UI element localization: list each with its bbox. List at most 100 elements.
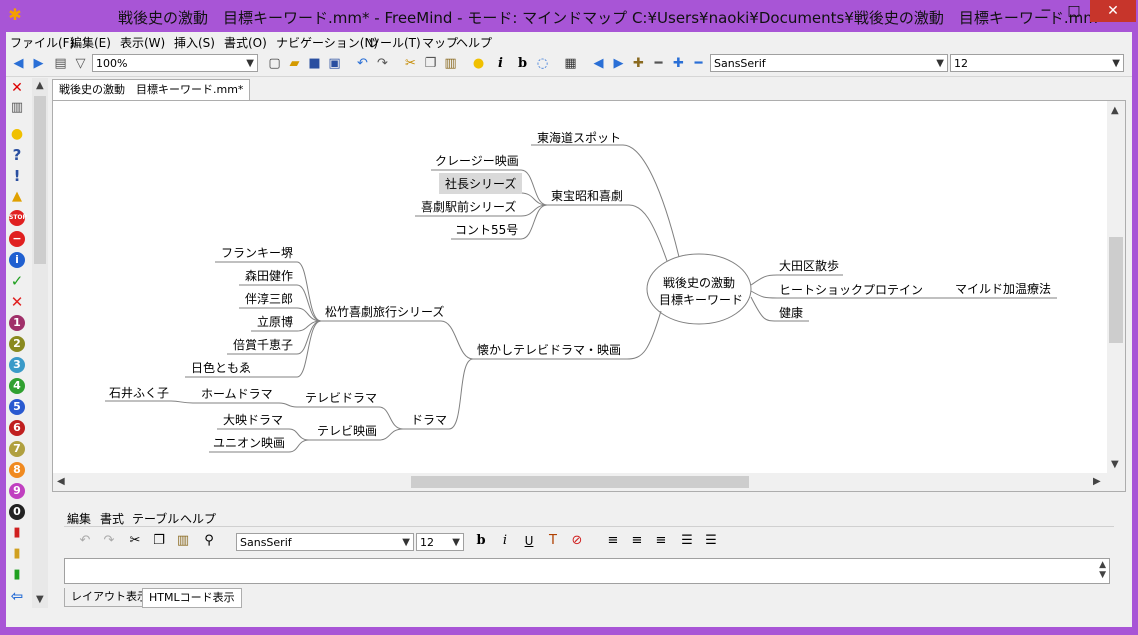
node-mild[interactable]: マイルド加温療法: [955, 280, 1051, 297]
menu-navigation[interactable]: ナビゲーション(N): [276, 34, 378, 51]
find-icon[interactable]: ⚲: [200, 532, 218, 550]
cross-icon[interactable]: ✕: [9, 294, 25, 310]
node-crazy[interactable]: クレージー映画: [435, 152, 519, 169]
bold-icon[interactable]: b: [514, 55, 531, 72]
copy-icon[interactable]: ❐: [422, 55, 439, 72]
editor-menu-edit[interactable]: 編集: [67, 510, 91, 527]
menu-map[interactable]: マップ: [422, 34, 458, 51]
butterfly-icon[interactable]: ✱: [6, 6, 24, 24]
undo-icon[interactable]: ↶: [76, 532, 94, 550]
priority-5-icon[interactable]: 5: [9, 399, 25, 415]
chevron-right-icon[interactable]: ▶: [1093, 476, 1101, 487]
traffic-light-green-icon[interactable]: ▮: [9, 567, 25, 583]
add-icon[interactable]: ✚: [630, 55, 647, 72]
map-canvas[interactable]: 戦後史の激動 目標キーワード 東海道スポット 東宝昭和喜劇 クレージー映画 社長…: [52, 100, 1126, 492]
node-tokaido[interactable]: 東海道スポット: [537, 129, 621, 146]
check-icon[interactable]: ✓: [9, 273, 25, 289]
editor-font-family-combo[interactable]: SansSerif ▼: [236, 533, 414, 551]
node-tvdrama[interactable]: テレビドラマ: [305, 389, 377, 406]
tab-html-view[interactable]: HTMLコード表示: [142, 588, 242, 608]
close-button[interactable]: ✕: [1090, 0, 1136, 22]
horizontal-scrollbar[interactable]: ◀ ▶: [53, 473, 1125, 491]
bold-icon[interactable]: b: [472, 532, 490, 550]
priority-7-icon[interactable]: 7: [9, 441, 25, 457]
idea-icon[interactable]: ●: [470, 55, 487, 72]
node-kenko[interactable]: 健康: [779, 304, 803, 321]
new-icon[interactable]: ▢: [266, 55, 283, 72]
menu-file[interactable]: ファイル(F): [10, 34, 74, 51]
menu-format[interactable]: 書式(O): [224, 34, 267, 51]
traffic-light-yellow-icon[interactable]: ▮: [9, 546, 25, 562]
paste-icon[interactable]: ▥: [174, 532, 192, 550]
zoom-combo[interactable]: 100% ▼: [92, 54, 258, 72]
redo-icon[interactable]: ↷: [100, 532, 118, 550]
node-ban[interactable]: 伴淳三郎: [245, 290, 293, 307]
clear-format-icon[interactable]: ⊘: [568, 532, 586, 550]
bullet-list-icon[interactable]: ☰: [678, 532, 696, 550]
iconbar-scroll-thumb[interactable]: [34, 96, 46, 264]
note-text-area[interactable]: ▲ ▼: [64, 558, 1110, 584]
underline-icon[interactable]: U: [520, 532, 538, 550]
align-center-icon[interactable]: ≡: [628, 532, 646, 550]
remove-icon[interactable]: ━: [650, 55, 667, 72]
node-hiiro[interactable]: 日色ともゑ: [191, 359, 251, 376]
numbered-list-icon[interactable]: ☰: [702, 532, 720, 550]
node-natsukashi[interactable]: 懐かしテレビドラマ・映画: [477, 341, 621, 358]
stop-icon[interactable]: STOP: [9, 210, 27, 226]
forward-icon[interactable]: ▶: [30, 55, 47, 72]
priority-2-icon[interactable]: 2: [9, 336, 25, 352]
node-ishii[interactable]: 石井ふく子: [109, 384, 169, 401]
save-icon[interactable]: ■: [306, 55, 323, 72]
chevron-up-icon[interactable]: ▲: [36, 80, 44, 91]
node-toho[interactable]: 東宝昭和喜劇: [551, 187, 623, 204]
node-baisho[interactable]: 倍賞千恵子: [233, 336, 293, 353]
chevron-left-icon[interactable]: ◀: [57, 476, 65, 487]
minimize-button[interactable]: ─: [1032, 0, 1060, 22]
chevron-down-icon[interactable]: ▼: [36, 594, 44, 605]
priority-3-icon[interactable]: 3: [9, 357, 25, 373]
node-ota[interactable]: 大田区散歩: [779, 257, 839, 274]
align-left-icon[interactable]: ≡: [604, 532, 622, 550]
info-icon[interactable]: i: [9, 252, 25, 268]
undo-icon[interactable]: ↶: [354, 55, 371, 72]
menu-view[interactable]: 表示(W): [120, 34, 165, 51]
priority-8-icon[interactable]: 8: [9, 462, 25, 478]
chevron-up-icon[interactable]: ▲: [1111, 105, 1119, 116]
node-ekimae[interactable]: 喜劇駅前シリーズ: [421, 198, 516, 215]
chevron-down-icon[interactable]: ▼: [1111, 459, 1119, 470]
node-morita[interactable]: 森田健作: [245, 267, 293, 284]
paste-icon[interactable]: ▥: [442, 55, 459, 72]
cut-icon[interactable]: ✂: [126, 532, 144, 550]
editor-menu-format[interactable]: 書式: [100, 510, 124, 527]
menu-tools[interactable]: ツール(T): [368, 34, 421, 51]
filter-icon[interactable]: ▽: [72, 55, 89, 72]
menu-edit[interactable]: 編集(E): [70, 34, 111, 51]
left-icon[interactable]: ◀: [590, 55, 607, 72]
italic-icon[interactable]: i: [496, 532, 514, 550]
align-right-icon[interactable]: ≡: [652, 532, 670, 550]
editor-font-size-combo[interactable]: 12 ▼: [416, 533, 464, 551]
tab-document[interactable]: 戦後史の激動 目標キーワード.mm*: [52, 79, 251, 100]
plus-icon[interactable]: ✚: [670, 55, 687, 72]
node-shochiku[interactable]: 松竹喜劇旅行シリーズ: [325, 303, 444, 320]
warning-icon[interactable]: ▲: [9, 189, 25, 205]
open-icon[interactable]: ▰: [286, 55, 303, 72]
italic-icon[interactable]: i: [492, 55, 509, 72]
node-heatshock[interactable]: ヒートショックプロテイン: [779, 281, 923, 298]
node-drama[interactable]: ドラマ: [411, 411, 447, 428]
node-tachihara[interactable]: 立原博: [257, 313, 293, 330]
exclamation-icon[interactable]: !: [9, 168, 25, 184]
node-shacho[interactable]: 社長シリーズ: [439, 173, 523, 194]
font-size-combo[interactable]: 12 ▼: [950, 54, 1124, 72]
iconbar-scrollbar[interactable]: ▲ ▼: [32, 78, 48, 608]
text-color-icon[interactable]: T: [544, 532, 562, 550]
node-union[interactable]: ユニオン映画: [213, 434, 285, 451]
node-homedrama[interactable]: ホームドラマ: [201, 385, 273, 402]
editor-menu-table[interactable]: テーブル: [132, 510, 179, 527]
redo-icon[interactable]: ↷: [374, 55, 391, 72]
menu-help[interactable]: ヘルプ: [456, 34, 492, 51]
traffic-light-red-icon[interactable]: ▮: [9, 525, 25, 541]
note-icon[interactable]: ◌: [534, 55, 551, 72]
right-icon[interactable]: ▶: [610, 55, 627, 72]
priority-0-icon[interactable]: 0: [9, 504, 25, 520]
